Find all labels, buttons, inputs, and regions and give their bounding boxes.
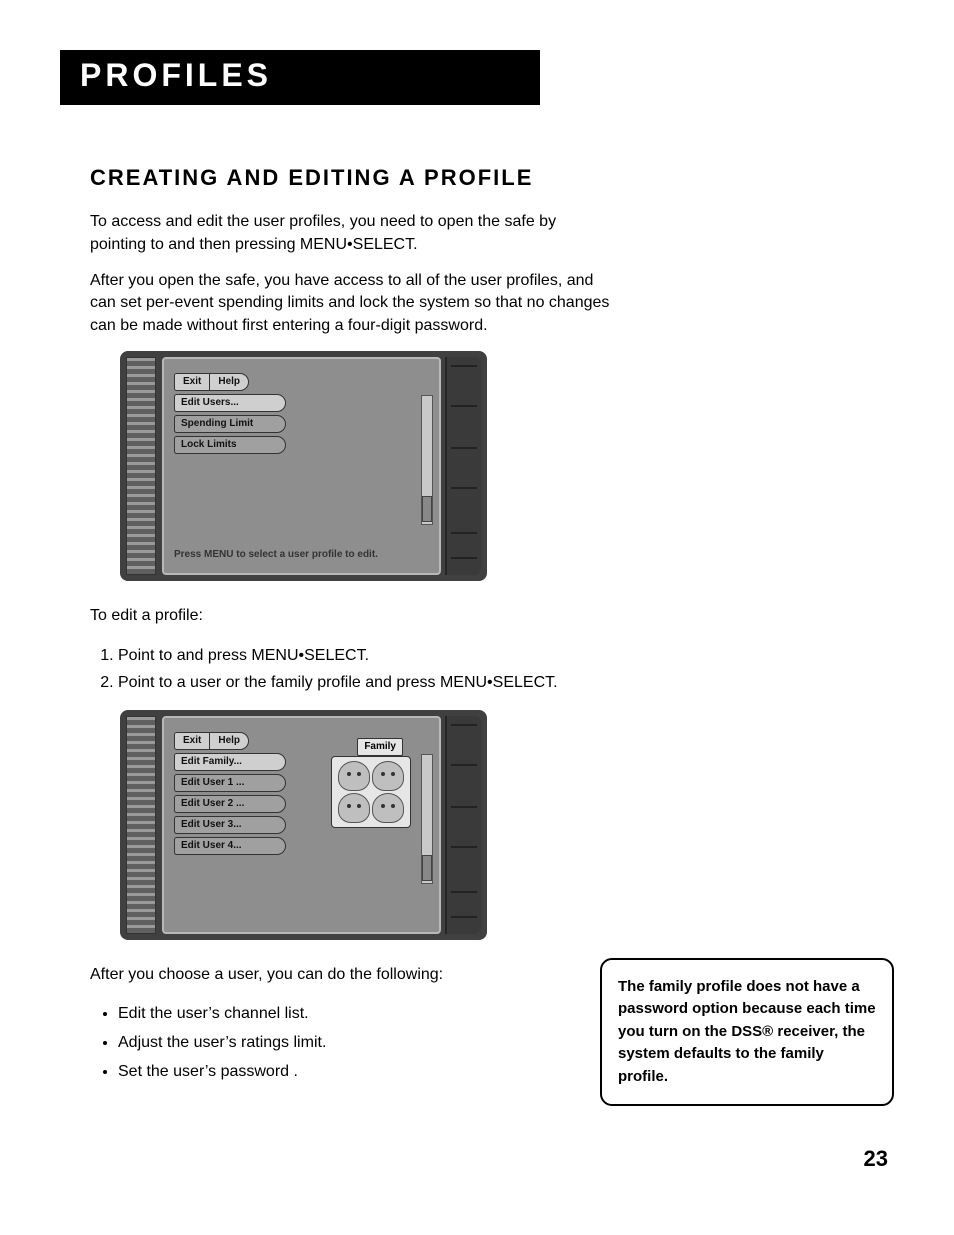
tv-family-tag: Family [357, 738, 403, 756]
family-illustration-icon [331, 756, 411, 828]
tv-item-edit-user-1: Edit User 1 ... [174, 774, 286, 792]
tv-tabs: Exit Help [174, 373, 249, 391]
tv-tab-exit: Exit [175, 733, 210, 749]
tv-hint-text: Press MENU to select a user profile to e… [174, 549, 417, 561]
figure-2: Exit Help Edit Family... Edit User 1 ...… [120, 710, 894, 940]
tv-item-lock-limits: Lock Limits [174, 436, 286, 454]
page-number: 23 [60, 1146, 894, 1172]
bullet-list: Edit the user’s channel list. Adjust the… [90, 1000, 578, 1086]
tv-tab-help: Help [210, 374, 248, 390]
tv-item-edit-user-4: Edit User 4... [174, 837, 286, 855]
bullet-2: Adjust the user’s ratings limit. [118, 1029, 578, 1058]
paragraph-4: After you choose a user, you can do the … [90, 964, 610, 986]
tv-tabs: Exit Help [174, 732, 249, 750]
tv-tab-help: Help [210, 733, 248, 749]
step-1: Point to and press MENU•SELECT. [118, 642, 638, 669]
tv-scrollbar [421, 754, 433, 884]
tv-item-edit-user-2: Edit User 2 ... [174, 795, 286, 813]
side-note: The family profile does not have a passw… [600, 958, 894, 1107]
tv-side-panel-icon [445, 357, 481, 575]
tv-vents-icon [126, 357, 156, 575]
figure-1: Exit Help Edit Users... Spending Limit L… [120, 351, 894, 581]
tv-side-panel-icon [445, 716, 481, 934]
tv-item-edit-users: Edit Users... [174, 394, 286, 412]
paragraph-3: To edit a profile: [90, 605, 610, 627]
tv-vents-icon [126, 716, 156, 934]
bullet-3: Set the user’s password . [118, 1058, 578, 1087]
tv-item-spending-limit: Spending Limit [174, 415, 286, 433]
tv-tab-exit: Exit [175, 374, 210, 390]
tv-scrollbar [421, 395, 433, 525]
paragraph-1: To access and edit the user profiles, yo… [90, 211, 610, 256]
steps-list: Point to and press MENU•SELECT. Point to… [90, 642, 638, 696]
chapter-title: Profiles [60, 50, 540, 105]
step-2: Point to a user or the family profile an… [118, 669, 638, 696]
paragraph-2: After you open the safe, you have access… [90, 270, 610, 337]
tv-item-edit-family: Edit Family... [174, 753, 286, 771]
bullet-1: Edit the user’s channel list. [118, 1000, 578, 1029]
section-heading: Creating and Editing a Profile [90, 165, 894, 191]
tv-item-edit-user-3: Edit User 3... [174, 816, 286, 834]
